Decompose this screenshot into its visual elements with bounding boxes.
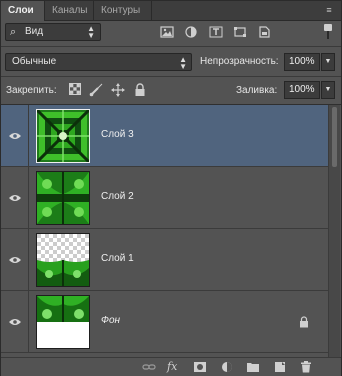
bottom-toolbar: fx [1,357,341,376]
spinner-arrows-icon: ▲ ▼ [87,24,95,40]
filter-kind-select[interactable]: ⌕ Вид ▲ ▼ [5,23,101,41]
tab-channels[interactable]: Каналы [45,1,94,20]
visibility-toggle[interactable] [1,229,29,290]
add-mask-icon[interactable] [193,361,207,373]
fill-input[interactable]: 100% [284,81,320,99]
layer-row[interactable]: Слой 1 [1,229,328,291]
filter-toggle-knob[interactable] [324,24,332,31]
lock-icon [299,316,309,328]
panel-menu-icon[interactable]: ≡ [323,4,335,16]
layer-row[interactable]: Слой 3 [1,105,328,167]
opacity-dropdown-button[interactable]: ▼ [321,53,335,71]
shape-filter-icon[interactable] [233,26,247,38]
divider [1,46,341,47]
tab-paths[interactable]: Контуры [94,1,152,20]
opacity-input[interactable]: 100% [284,53,320,71]
adjustment-filter-icon[interactable] [184,26,198,38]
layer-thumbnail[interactable] [36,109,90,163]
eye-icon [9,195,21,201]
layers-list: Слой 3 Слой 2 Слой 1 Фон [1,104,341,358]
layer-row[interactable]: Фон [1,291,328,353]
layers-panel: Слои Каналы Контуры ≡ ⌕ Вид ▲ ▼ Обычные ▲… [0,0,342,376]
lock-image-icon[interactable] [89,83,103,97]
visibility-toggle[interactable] [1,167,29,228]
layer-name[interactable]: Фон [101,315,120,326]
layer-name[interactable]: Слой 2 [101,191,134,202]
tab-bar: Слои Каналы Контуры ≡ [1,1,341,21]
fill-label-text: Заливка: [236,85,278,96]
link-layers-icon[interactable] [142,361,156,373]
trash-icon[interactable] [299,361,313,373]
lock-position-icon[interactable] [111,83,125,97]
divider [1,76,341,77]
visibility-toggle[interactable] [1,291,29,352]
lock-all-icon[interactable] [134,83,148,97]
spinner-arrows-icon: ▲ ▼ [179,55,187,71]
layer-name[interactable]: Слой 1 [101,253,134,264]
eye-icon [9,257,21,263]
filter-kind-label: Вид [25,26,44,37]
opacity-label: Непрозрачность: [200,56,279,67]
eye-icon [9,133,21,139]
new-group-icon[interactable] [246,361,260,373]
lock-label: Закрепить: [6,85,57,96]
filter-toggle[interactable] [323,23,333,41]
visibility-toggle[interactable] [1,105,29,166]
layer-thumbnail[interactable] [36,295,90,349]
type-filter-icon[interactable] [209,26,223,38]
new-layer-icon[interactable] [273,361,287,373]
layers-scrollbar[interactable] [328,105,340,358]
fx-icon[interactable]: fx [167,361,181,373]
layer-row[interactable]: Слой 2 [1,167,328,229]
lock-transparent-icon[interactable] [69,83,83,97]
blend-mode-select[interactable]: Обычные ▲ ▼ [5,53,192,71]
search-icon: ⌕ [10,26,17,38]
smart-object-filter-icon[interactable] [257,26,271,38]
scrollbar-thumb[interactable] [332,107,337,167]
layer-name[interactable]: Слой 3 [101,129,134,140]
tab-layers[interactable]: Слои [1,1,45,21]
eye-icon [9,319,21,325]
image-filter-icon[interactable] [160,26,174,38]
fill-dropdown-button[interactable]: ▼ [321,81,335,99]
layer-thumbnail[interactable] [36,233,90,287]
blend-mode-value: Обычные [12,56,57,67]
adjustment-layer-icon[interactable] [220,361,234,373]
layer-thumbnail[interactable] [36,171,90,225]
